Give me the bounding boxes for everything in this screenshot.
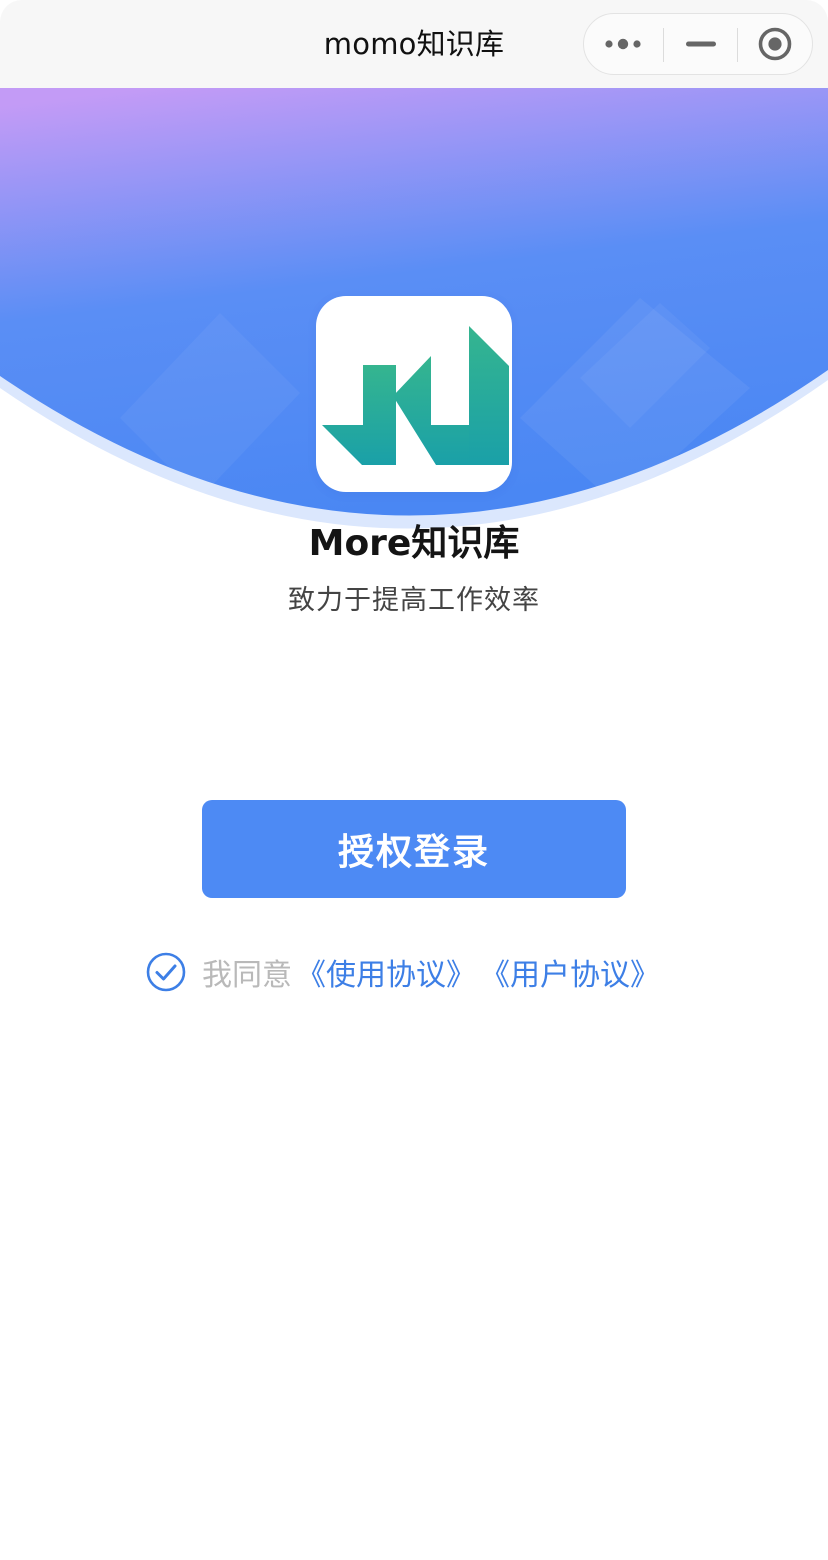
agreement-row: 我同意 《使用协议》 《用户协议》 bbox=[146, 950, 660, 994]
checkbox-checked-icon[interactable] bbox=[146, 952, 186, 992]
agreement-prefix: 我同意 bbox=[202, 958, 292, 993]
minimize-icon bbox=[685, 41, 716, 47]
more-button[interactable] bbox=[584, 14, 663, 74]
app-name: More知识库 bbox=[308, 523, 520, 564]
authorize-login-button[interactable]: 授权登录 bbox=[202, 800, 626, 898]
minimize-button[interactable] bbox=[664, 14, 737, 74]
more-dots-icon bbox=[604, 38, 641, 50]
close-target-icon bbox=[758, 27, 792, 61]
user-agreement-link[interactable]: 《用户协议》 bbox=[480, 950, 660, 994]
capsule-menu bbox=[583, 13, 813, 75]
terms-of-use-link[interactable]: 《使用协议》 bbox=[296, 950, 476, 994]
app-logo bbox=[316, 296, 512, 492]
app-frame: momo知识库 More知识库 致力于提高工作效率 授权登录 我同意 《使用协议… bbox=[0, 0, 828, 1560]
nav-bar: momo知识库 bbox=[0, 0, 828, 88]
app-logo-icon bbox=[322, 326, 509, 465]
app-tagline: 致力于提高工作效率 bbox=[288, 585, 540, 616]
close-button[interactable] bbox=[738, 14, 812, 74]
